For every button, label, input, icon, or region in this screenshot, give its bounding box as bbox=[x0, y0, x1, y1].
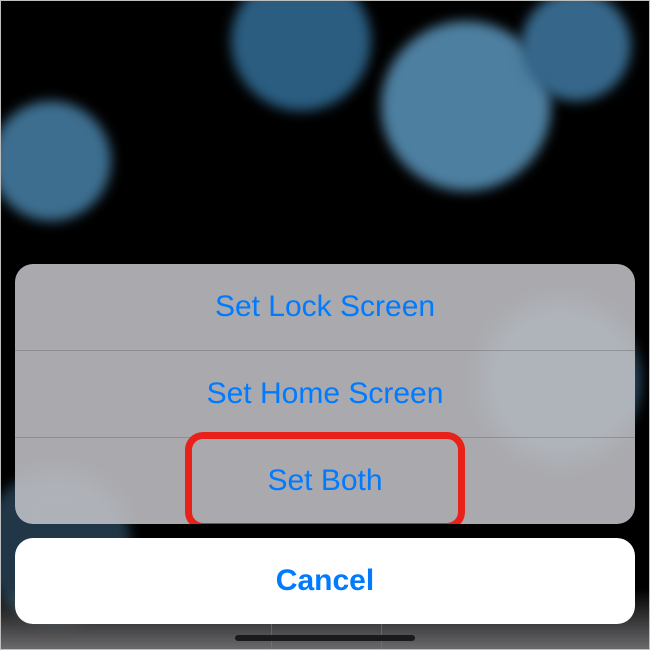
bokeh-circle bbox=[231, 1, 371, 111]
home-indicator[interactable] bbox=[235, 635, 415, 641]
action-sheet-options: Set Lock Screen Set Home Screen Set Both bbox=[15, 264, 635, 524]
set-both-button[interactable]: Set Both bbox=[15, 437, 635, 524]
set-home-screen-button[interactable]: Set Home Screen bbox=[15, 350, 635, 437]
cancel-label: Cancel bbox=[276, 564, 374, 597]
action-sheet-cancel-group: Cancel bbox=[15, 538, 635, 624]
cancel-button[interactable]: Cancel bbox=[15, 538, 635, 624]
set-lock-screen-button[interactable]: Set Lock Screen bbox=[15, 264, 635, 350]
bokeh-circle bbox=[521, 1, 631, 101]
screenshot-frame: Set Lock Screen Set Home Screen Set Both… bbox=[0, 0, 650, 650]
set-home-screen-label: Set Home Screen bbox=[207, 377, 444, 410]
set-lock-screen-label: Set Lock Screen bbox=[215, 290, 435, 323]
action-sheet: Set Lock Screen Set Home Screen Set Both… bbox=[15, 264, 635, 624]
bokeh-circle bbox=[1, 101, 111, 221]
set-both-label: Set Both bbox=[267, 464, 382, 497]
